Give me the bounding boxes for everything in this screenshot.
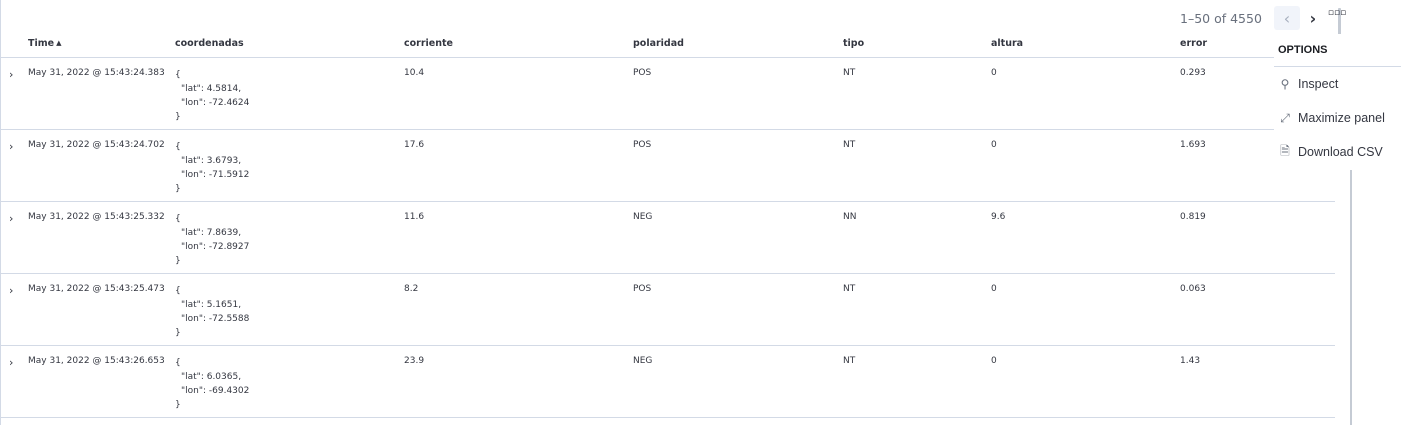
options-popover: OPTIONS ⚲ Inspect ⤢ Maximize panel 🗎 Dow… <box>1274 34 1401 169</box>
cell-tipo: NT <box>843 129 991 202</box>
cell-altura: 0 <box>991 129 1180 202</box>
table-header-row: Time ▲ coordenadas corriente polaridad ti… <box>1 30 1335 58</box>
maximize-icon: ⤢ <box>1280 110 1290 125</box>
header-time-label: Time <box>28 38 55 49</box>
data-table: Time ▲ coordenadas corriente polaridad ti… <box>1 30 1335 418</box>
coord-lon: "lon": -72.4624 <box>181 98 250 108</box>
cell-coordenadas: { "lat": 4.5814, "lon": -72.4624 } <box>175 57 404 130</box>
table-row: › May 31, 2022 @ 15:43:24.383 { "lat": 4… <box>1 57 1335 130</box>
coord-lat: "lat": 4.5814, <box>181 84 242 94</box>
cell-altura: 0 <box>991 57 1180 130</box>
header-tipo[interactable]: tipo <box>843 30 991 58</box>
cell-error: 1.43 <box>1180 345 1335 418</box>
coord-close-brace: } <box>175 328 181 338</box>
cell-tipo: NT <box>843 273 991 346</box>
menu-item-download-csv[interactable]: 🗎 Download CSV <box>1274 135 1401 169</box>
coord-close-brace: } <box>175 112 181 122</box>
panel-right-border <box>1350 170 1352 425</box>
cell-polaridad: NEG <box>633 201 843 274</box>
expand-row-icon[interactable]: › <box>1 284 13 297</box>
cell-error: 0.819 <box>1180 201 1335 274</box>
coord-open-brace: { <box>175 142 181 152</box>
coord-open-brace: { <box>175 214 181 224</box>
coord-lon: "lon": -72.8927 <box>181 242 250 252</box>
header-corriente[interactable]: corriente <box>404 30 633 58</box>
table-row: › May 31, 2022 @ 15:43:25.332 { "lat": 7… <box>1 201 1335 274</box>
cell-coordenadas: { "lat": 3.6793, "lon": -71.5912 } <box>175 129 404 202</box>
header-time[interactable]: Time ▲ <box>28 30 175 58</box>
coord-open-brace: { <box>175 286 181 296</box>
expand-row-icon[interactable]: › <box>1 212 13 225</box>
cell-coordenadas: { "lat": 6.0365, "lon": -69.4302 } <box>175 345 404 418</box>
cell-time: May 31, 2022 @ 15:43:25.332 <box>28 201 175 274</box>
menu-item-label: Download CSV <box>1298 145 1383 159</box>
cell-tipo: NN <box>843 201 991 274</box>
header-polaridad[interactable]: polaridad <box>633 30 843 58</box>
menu-item-label: Inspect <box>1298 77 1339 91</box>
panel-options-icon[interactable]: ▫▫▫ <box>1328 8 1346 18</box>
cell-corriente: 23.9 <box>404 345 633 418</box>
coord-lat: "lat": 6.0365, <box>181 372 242 382</box>
table-row: › May 31, 2022 @ 15:43:25.473 { "lat": 5… <box>1 273 1335 346</box>
cell-polaridad: POS <box>633 273 843 346</box>
cell-time: May 31, 2022 @ 15:43:26.653 <box>28 345 175 418</box>
coord-lon: "lon": -69.4302 <box>181 386 250 396</box>
cell-coordenadas: { "lat": 5.1651, "lon": -72.5588 } <box>175 273 404 346</box>
cell-corriente: 10.4 <box>404 57 633 130</box>
expand-row-icon[interactable]: › <box>1 140 13 153</box>
menu-item-maximize-panel[interactable]: ⤢ Maximize panel <box>1274 101 1401 135</box>
inspect-icon: ⚲ <box>1280 77 1290 91</box>
cell-polaridad: NEG <box>633 345 843 418</box>
header-coordenadas[interactable]: coordenadas <box>175 30 404 58</box>
sort-ascending-icon[interactable]: ▲ <box>56 39 61 47</box>
cell-time: May 31, 2022 @ 15:43:25.473 <box>28 273 175 346</box>
coord-lon: "lon": -71.5912 <box>181 170 250 180</box>
table-row: › May 31, 2022 @ 15:43:26.653 { "lat": 6… <box>1 345 1335 418</box>
options-title: OPTIONS <box>1274 34 1401 67</box>
coord-lon: "lon": -72.5588 <box>181 314 250 324</box>
coord-lat: "lat": 7.8639, <box>181 228 242 238</box>
cell-time: May 31, 2022 @ 15:43:24.383 <box>28 57 175 130</box>
expand-row-icon[interactable]: › <box>1 68 13 81</box>
coord-close-brace: } <box>175 184 181 194</box>
document-icon: 🗎 <box>1280 143 1290 158</box>
cell-corriente: 8.2 <box>404 273 633 346</box>
pagination-range: 1–50 of 4550 <box>1180 10 1262 26</box>
expand-row-icon[interactable]: › <box>1 356 13 369</box>
cell-corriente: 17.6 <box>404 129 633 202</box>
cell-corriente: 11.6 <box>404 201 633 274</box>
table-row: › May 31, 2022 @ 15:43:24.702 { "lat": 3… <box>1 129 1335 202</box>
coord-close-brace: } <box>175 400 181 410</box>
cell-error: 0.063 <box>1180 273 1335 346</box>
coord-open-brace: { <box>175 358 181 368</box>
pagination: 1–50 of 4550 ‹ › ▫▫▫ <box>1180 6 1346 30</box>
menu-item-label: Maximize panel <box>1298 111 1385 125</box>
cell-coordenadas: { "lat": 7.8639, "lon": -72.8927 } <box>175 201 404 274</box>
cell-polaridad: POS <box>633 57 843 130</box>
cell-polaridad: POS <box>633 129 843 202</box>
header-expand <box>1 30 28 58</box>
cell-time: May 31, 2022 @ 15:43:24.702 <box>28 129 175 202</box>
coord-lat: "lat": 3.6793, <box>181 156 242 166</box>
cell-tipo: NT <box>843 345 991 418</box>
cell-tipo: NT <box>843 57 991 130</box>
cell-altura: 0 <box>991 345 1180 418</box>
chevron-right-icon[interactable]: › <box>1300 6 1326 30</box>
chevron-left-icon[interactable]: ‹ <box>1273 6 1300 30</box>
header-altura[interactable]: altura <box>991 30 1180 58</box>
coord-open-brace: { <box>175 70 181 80</box>
cell-altura: 0 <box>991 273 1180 346</box>
coord-lat: "lat": 5.1651, <box>181 300 242 310</box>
coord-close-brace: } <box>175 256 181 266</box>
menu-item-inspect[interactable]: ⚲ Inspect <box>1274 67 1401 101</box>
cell-altura: 9.6 <box>991 201 1180 274</box>
